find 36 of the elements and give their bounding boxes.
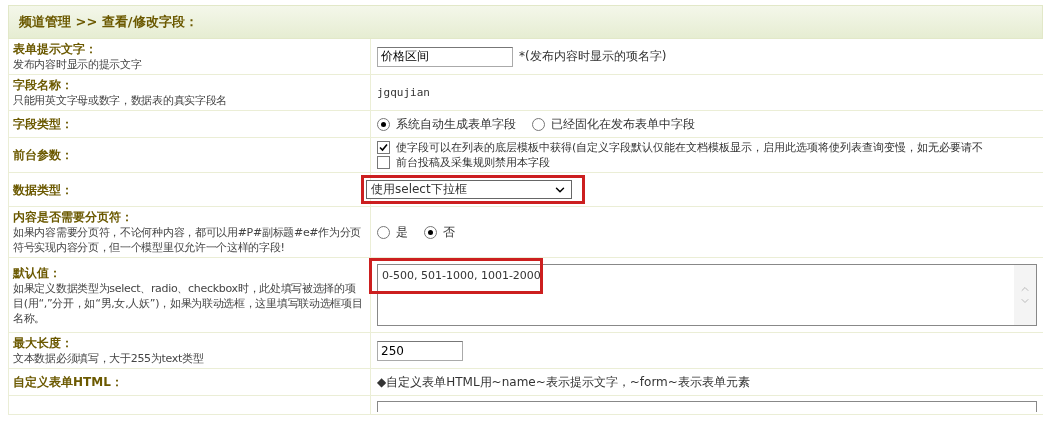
radio-button[interactable] <box>377 117 390 131</box>
radio-button[interactable] <box>377 225 390 239</box>
field-note: ◆自定义表单HTML用~name~表示提示文字，~form~表示表单元素 <box>377 373 751 391</box>
checkbox-label: 使字段可以在列表的底层模板中获得(自定义字段默认仅能在文档模板显示，启用此选项将使列表查询变慢，如无必要请不 <box>396 140 984 155</box>
text-field[interactable]: 250 <box>377 340 463 361</box>
radio-label: 否 <box>443 223 455 241</box>
field-label: 字段类型： <box>13 116 74 132</box>
scrollbar[interactable] <box>1014 265 1036 325</box>
field-label: 字段名称： <box>13 77 74 93</box>
page-header: 频道管理 >> 查看/修改字段： <box>8 5 1043 39</box>
field-hint: 只能用英文字母或数字，数据表的真实字段名 <box>13 93 228 108</box>
field-label: 表单提示文字： <box>13 41 98 57</box>
field-hint: 文本数据必须填写，大于255为text类型 <box>13 351 205 366</box>
radio-button[interactable] <box>532 117 545 131</box>
radio-label: 已经固化在发布表单中字段 <box>551 115 695 133</box>
field-hint: 如果内容需要分页符，不论何种内容，都可以用#P#副标题#e#作为分页符号实现内容分页，但一个模型里仅允许一个这样的字段! <box>13 225 363 255</box>
select-dropdown[interactable]: 使用select下拉框 <box>366 180 572 199</box>
radio-label: 系统自动生成表单字段 <box>396 115 516 133</box>
text-area[interactable]: 0-500, 501-1000, 1001-2000 <box>377 264 1037 326</box>
field-label: 数据类型： <box>13 181 74 198</box>
text-area[interactable] <box>377 401 1037 412</box>
field-label: 前台参数： <box>13 147 74 163</box>
field-value: jgqujian <box>377 86 431 99</box>
field-label: 内容是否需要分页符： <box>13 209 134 225</box>
checkbox[interactable] <box>377 141 390 154</box>
checkbox[interactable] <box>377 156 390 169</box>
field-hint: 如果定义数据类型为select、radio、checkbox时，此处填写被选择的项目(用“,”分开，如“男,女,人妖”)，如果为联动选框，这里填写联动选框项目名称。 <box>13 280 364 326</box>
radio-button[interactable] <box>424 225 437 239</box>
checkbox-label: 前台投稿及采集规则禁用本字段 <box>396 155 550 170</box>
field-label: 自定义表单HTML： <box>13 374 124 390</box>
field-note: *(发布内容时显示的项名字) <box>519 48 667 65</box>
text-field[interactable]: 价格区间 <box>377 46 513 67</box>
field-label: 默认值： <box>13 264 62 281</box>
radio-label: 是 <box>396 223 408 241</box>
field-label: 最大长度： <box>13 335 74 351</box>
field-hint: 发布内容时显示的提示文字 <box>13 57 143 72</box>
